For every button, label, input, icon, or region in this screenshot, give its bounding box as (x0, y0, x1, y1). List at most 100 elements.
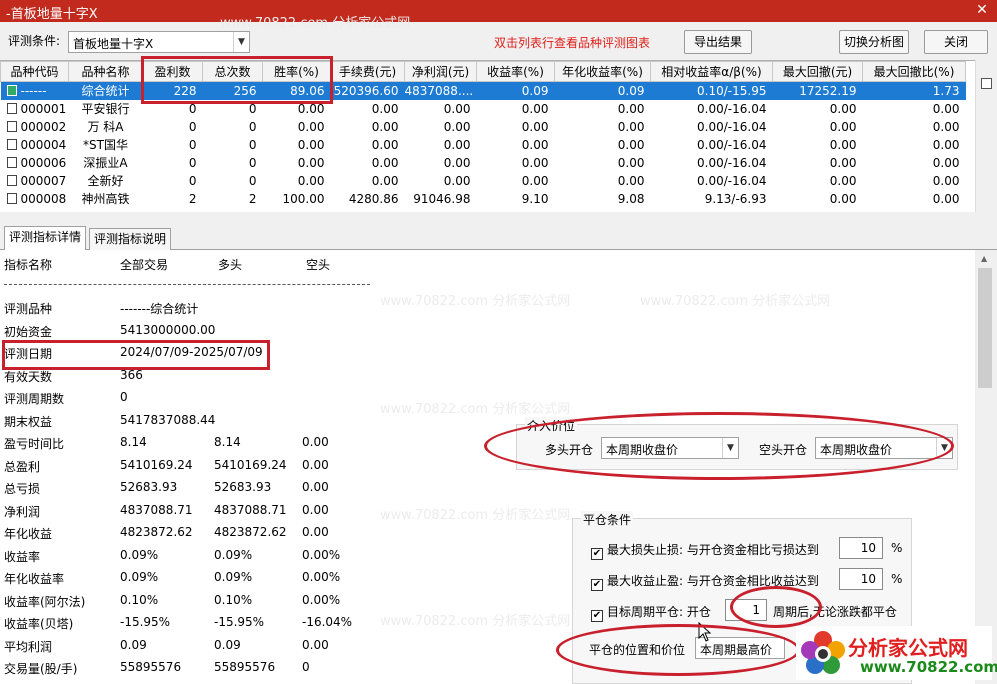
condition-label: 评测条件: (8, 34, 61, 48)
cell: 0 (188, 137, 197, 152)
tab-explain[interactable]: 评测指标说明 (89, 228, 172, 250)
annotation-oval (484, 412, 954, 480)
scroll-thumb[interactable] (978, 268, 992, 388)
detail-all: 0.10% (120, 592, 159, 607)
export-button[interactable]: 导出结果 (684, 30, 752, 54)
take-profit-unit: % (891, 572, 903, 586)
stop-loss-input[interactable]: 10 (839, 537, 883, 559)
annotation-box (2, 340, 270, 370)
cell: 0.00 (521, 101, 549, 116)
row-checkbox-icon[interactable] (6, 84, 17, 96)
detail-name: 净利润 (4, 504, 41, 519)
row-checkbox-icon[interactable] (6, 138, 17, 150)
detail-header-long: 多头 (218, 258, 243, 272)
checkbox-checked-icon[interactable]: ✔ (591, 610, 603, 622)
cell: 0.00 (617, 101, 645, 116)
col-header[interactable]: 收益率(%) (476, 61, 555, 82)
detail-long: 52683.93 (214, 480, 272, 494)
cell: 0.00 (371, 119, 399, 134)
detail-name: 有效天数 (4, 369, 53, 384)
cell: 17252.19 (772, 81, 863, 100)
detail-name: 初始资金 (4, 324, 53, 339)
close-button[interactable]: 关闭 (924, 30, 988, 54)
hint-text: 双击列表行查看品种评测图表 (494, 36, 651, 50)
detail-all: 52683.93 (120, 480, 178, 494)
detail-all: 0.09% (120, 547, 159, 562)
switch-chart-button[interactable]: 切换分析图 (839, 30, 909, 54)
table-row[interactable]: 000007 全新好 0 0 0.00 0.00 0.00 0.00 0.00 0.00/-16.… (1, 172, 966, 190)
cell: 0.00/-16.04 (697, 137, 767, 152)
col-header[interactable]: 年化收益率(%) (554, 61, 651, 82)
cell: 0.00 (932, 101, 960, 116)
detail-short: 0.00 (302, 502, 329, 517)
detail-all: 55895576 (120, 660, 182, 674)
condition-select[interactable]: 首板地量十字X ▼ (68, 31, 250, 53)
cell: 0 (188, 119, 197, 134)
detail-long: 5410169.24 (214, 457, 287, 472)
cell: 0.00 (829, 119, 857, 134)
col-header[interactable]: 相对收益率α/β(%) (650, 61, 773, 82)
checkbox-icon[interactable] (981, 78, 992, 89)
exit-group-title: 平仓条件 (581, 511, 634, 528)
detail-name: 评测周期数 (4, 392, 65, 406)
cell: 0 (188, 173, 197, 188)
cell: 0.00 (617, 137, 645, 152)
cell: 2 (188, 191, 197, 206)
col-header[interactable]: 净利润(元) (404, 61, 477, 82)
cell: 0.00 (443, 155, 471, 170)
cell: 0 (188, 155, 197, 170)
table-row[interactable]: 000004 *ST国华 0 0 0.00 0.00 0.00 0.00 0.00 0.00/-1… (1, 136, 966, 154)
cell: 0 (248, 155, 257, 170)
cell: 0.00/-16.04 (697, 155, 767, 170)
take-profit-input[interactable]: 10 (839, 568, 883, 590)
col-header[interactable]: 品种代码 (0, 61, 69, 82)
table-row[interactable]: 000006 深振业A 0 0 0.00 0.00 0.00 0.00 0.00 0.00/-16… (1, 154, 966, 172)
period-exit-row[interactable]: ✔ 目标周期平仓: 开仓 (591, 603, 711, 622)
checkbox-checked-icon[interactable]: ✔ (591, 548, 603, 560)
logo-name: 分析家公式网 (848, 636, 968, 660)
cell: 万 科A (87, 120, 124, 134)
tab-detail[interactable]: 评测指标详情 (4, 226, 87, 251)
scroll-up-icon[interactable]: ▲ (981, 254, 987, 263)
cell: 2 (248, 191, 257, 206)
tab-bar: 评测指标详情 评测指标说明 (0, 226, 997, 251)
stop-loss-row[interactable]: ✔ 最大损失止损: 与开仓资金相比亏损达到 (591, 541, 819, 560)
detail-long: 0.09% (214, 547, 253, 562)
table-row[interactable]: 000008 神州高铁 2 2 100.00 4280.86 91046.98 9.10 9.0… (1, 190, 966, 208)
detail-all: 5417837088.44 (120, 412, 216, 427)
row-checkbox-icon[interactable] (6, 102, 17, 114)
cell: 0.00 (371, 155, 399, 170)
detail-long: 0.09% (214, 570, 253, 584)
cell: 0 (248, 137, 257, 152)
detail-short: 0.00% (302, 570, 341, 584)
row-checkbox-icon[interactable] (6, 156, 17, 168)
detail-short: 0 (302, 660, 310, 674)
close-icon[interactable]: ✕ (973, 2, 991, 19)
detail-all: 0.09% (120, 570, 159, 584)
row-checkbox-icon[interactable] (6, 192, 17, 204)
detail-name: 评测品种 (4, 302, 53, 316)
detail-short: 0.00 (302, 525, 329, 539)
checkbox-checked-icon[interactable]: ✔ (591, 579, 603, 591)
cell: 0.00 (521, 119, 549, 134)
detail-name: 收益率(阿尔法) (4, 594, 86, 609)
detail-all: -15.95% (120, 615, 171, 629)
col-header[interactable]: 最大回撤(元) (772, 61, 863, 82)
cell: 0.00 (932, 137, 960, 152)
row-checkbox-icon[interactable] (6, 174, 17, 186)
table-scrollbar[interactable] (975, 60, 997, 212)
col-header[interactable]: 最大回撤比(%) (862, 61, 966, 82)
flower-logo-icon (801, 631, 845, 674)
row-checkbox-icon[interactable] (6, 120, 17, 132)
annotation-oval (730, 586, 822, 628)
detail-name: 总盈利 (4, 459, 41, 474)
col-header[interactable]: 品种名称 (68, 61, 143, 82)
col-header[interactable]: 手续费(元) (330, 61, 405, 82)
detail-scrollbar[interactable]: ▲ (975, 250, 997, 684)
stop-loss-label: 最大损失止损: 与开仓资金相比亏损达到 (607, 543, 819, 557)
detail-name: 盈亏时间比 (4, 437, 65, 451)
table-row[interactable]: 000002 万 科A 0 0 0.00 0.00 0.00 0.00 0.00 0.00/-16… (1, 118, 966, 136)
cell: 0.00 (829, 137, 857, 152)
cell: 0.00/-16.04 (697, 173, 767, 188)
detail-long: 55895576 (214, 660, 276, 674)
